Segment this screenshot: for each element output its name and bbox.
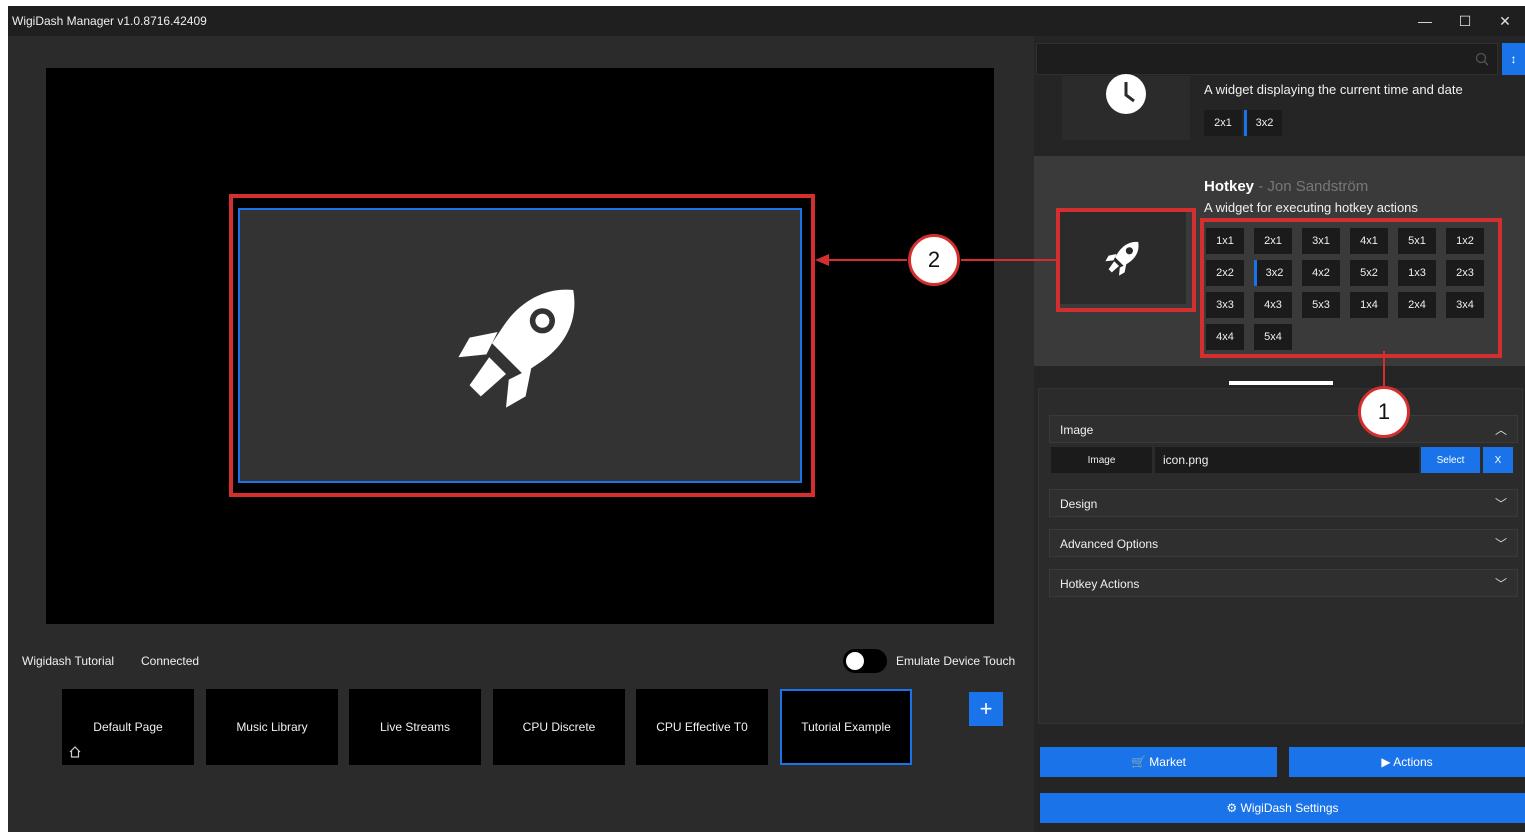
page-tile-cpu-effective[interactable]: CPU Effective T0 (636, 689, 768, 765)
image-field-label: Image (1051, 447, 1152, 473)
preview-highlight (229, 194, 815, 497)
callout-line-1 (1383, 351, 1385, 389)
thumbnail-highlight (1056, 208, 1196, 312)
connection-status: Connected (141, 654, 200, 668)
callout-arrow-line-left (819, 259, 907, 261)
arrow-head-icon (815, 254, 829, 266)
clock-thumbnail (1062, 74, 1190, 140)
close-button[interactable]: ✕ (1485, 6, 1525, 36)
device-name: Wigidash Tutorial (22, 654, 115, 668)
image-field-row: Image icon.png Select X (1051, 447, 1517, 473)
maximize-button[interactable]: ☐ (1445, 6, 1485, 36)
section-advanced-options[interactable]: Advanced Options ﹀ (1049, 529, 1518, 557)
section-label: Advanced Options (1060, 537, 1159, 551)
clock-size-3x2[interactable]: 3x2 (1244, 110, 1282, 136)
chevron-up-icon: ︿ (1494, 423, 1507, 437)
app-window: WigiDash Manager v1.0.8716.42409 — ☐ ✕ W… (8, 6, 1525, 832)
page-label: Default Page (93, 720, 163, 734)
select-image-button[interactable]: Select (1421, 447, 1480, 473)
callout-1: 1 (1358, 386, 1410, 438)
size-grid-highlight (1200, 218, 1502, 358)
image-path-input[interactable]: icon.png (1155, 447, 1419, 473)
section-hotkey-actions[interactable]: Hotkey Actions ﹀ (1049, 569, 1518, 597)
home-icon (69, 746, 81, 758)
section-label: Hotkey Actions (1060, 577, 1140, 591)
section-label: Design (1060, 497, 1098, 511)
sort-button[interactable]: ↕ (1502, 43, 1525, 75)
page-label: Music Library (236, 720, 308, 734)
emulate-touch-toggle[interactable] (843, 649, 887, 673)
properties-panel: Image ︿ Image icon.png Select X Design ﹀… (1038, 388, 1523, 724)
scroll-indicator[interactable] (1229, 381, 1333, 385)
hotkey-title: Hotkey - Jon Sandström (1204, 178, 1368, 195)
section-design[interactable]: Design ﹀ (1049, 489, 1518, 517)
title-bar: WigiDash Manager v1.0.8716.42409 — ☐ ✕ (8, 6, 1525, 36)
toggle-knob (846, 652, 864, 670)
actions-button[interactable]: ▶ Actions (1289, 747, 1525, 777)
search-icon (1475, 52, 1489, 66)
hotkey-name: Hotkey (1204, 178, 1255, 195)
section-label: Image (1060, 423, 1094, 437)
page-label: Tutorial Example (801, 720, 891, 734)
page-tile-streams[interactable]: Live Streams (349, 689, 481, 765)
callout-2: 2 (908, 234, 960, 286)
callout-arrow-line-right (961, 259, 1057, 261)
minimize-button[interactable]: — (1405, 6, 1445, 36)
page-tile-cpu-discrete[interactable]: CPU Discrete (493, 689, 625, 765)
add-page-button[interactable]: + (969, 692, 1003, 726)
emulate-touch-label: Emulate Device Touch (896, 654, 1016, 668)
chevron-down-icon: ﹀ (1494, 577, 1507, 591)
widget-card-clock[interactable]: A widget displaying the current time and… (1034, 74, 1525, 144)
page-label: Live Streams (379, 720, 451, 734)
hotkey-description: A widget for executing hotkey actions (1204, 200, 1418, 215)
section-image[interactable]: Image ︿ (1049, 415, 1518, 443)
right-panel: ↕ A widget displaying the current time a… (1034, 36, 1525, 832)
page-label: CPU Discrete (522, 720, 596, 734)
clock-icon (1106, 74, 1146, 114)
page-tile-tutorial[interactable]: Tutorial Example (780, 689, 912, 765)
clock-description: A widget displaying the current time and… (1204, 82, 1463, 97)
chevron-down-icon: ﹀ (1494, 537, 1507, 551)
page-tile-music[interactable]: Music Library (206, 689, 338, 765)
page-label: CPU Effective T0 (656, 720, 748, 734)
window-title: WigiDash Manager v1.0.8716.42409 (12, 14, 207, 28)
market-button[interactable]: 🛒 Market (1040, 747, 1277, 777)
page-tile-default[interactable]: Default Page (62, 689, 194, 765)
clear-image-button[interactable]: X (1483, 447, 1513, 473)
settings-button[interactable]: ⚙ WigiDash Settings (1040, 793, 1525, 823)
hotkey-author: - Jon Sandström (1254, 178, 1369, 195)
chevron-down-icon: ﹀ (1494, 497, 1507, 511)
clock-size-2x1[interactable]: 2x1 (1204, 110, 1242, 136)
